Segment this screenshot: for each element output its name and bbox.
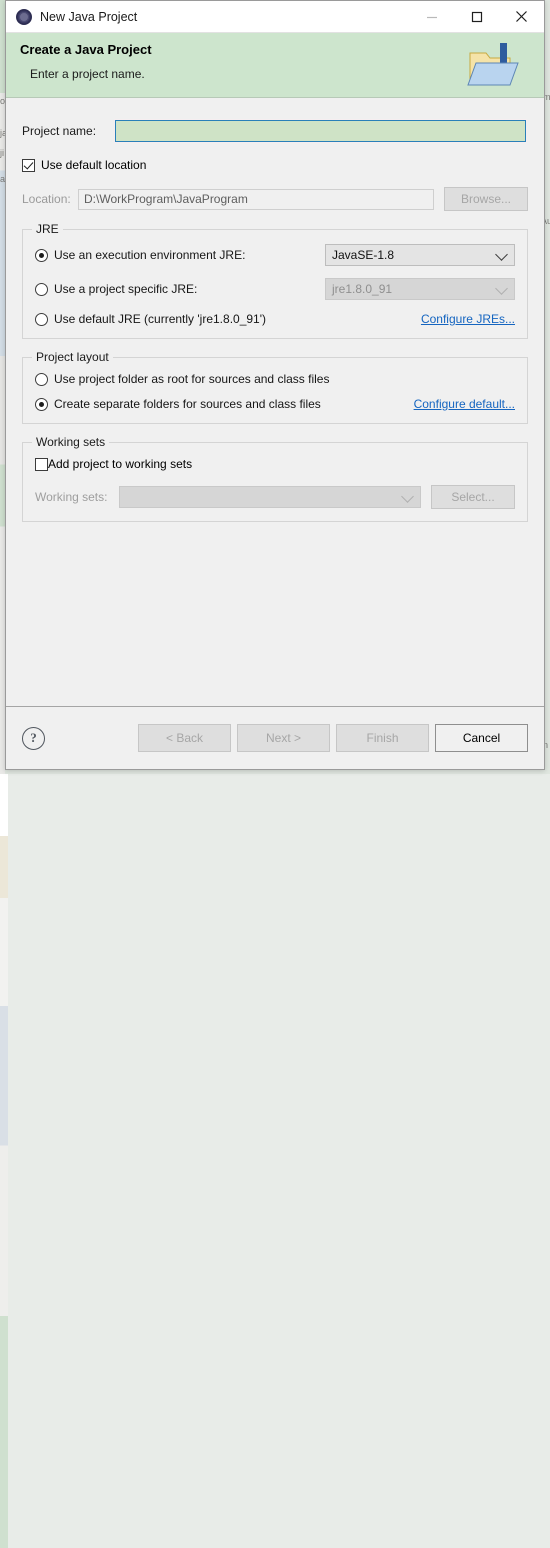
project-name-input[interactable] (114, 119, 527, 143)
dialog-titlebar[interactable]: New Java Project (6, 1, 544, 33)
next-button[interactable]: Next > (237, 724, 330, 752)
jre-execution-environment-combo[interactable]: JavaSE-1.8 (325, 244, 515, 266)
dialog-footer: ? < Back Next > Finish Cancel (6, 707, 544, 769)
configure-default-link[interactable]: Configure default... (414, 397, 515, 411)
jre-option-project-specific: Use a project specific JRE: jre1.8.0_91 (35, 278, 515, 300)
jre-project-specific-combo-value: jre1.8.0_91 (332, 282, 393, 296)
use-default-location-label: Use default location (41, 158, 147, 172)
banner-subtitle: Enter a project name. (30, 67, 145, 81)
configure-jres-link[interactable]: Configure JREs... (421, 312, 515, 326)
jre-execution-environment-radio[interactable] (35, 248, 48, 262)
jre-option-default: Use default JRE (currently 'jre1.8.0_91'… (35, 312, 515, 326)
jre-execution-environment-combo-value: JavaSE-1.8 (332, 248, 395, 262)
help-icon[interactable]: ? (22, 726, 45, 750)
back-button[interactable]: < Back (138, 724, 231, 752)
chevron-down-icon (495, 282, 508, 295)
eclipse-icon (16, 8, 32, 25)
project-layout-group: Project layout Use project folder as roo… (22, 350, 528, 424)
project-layout-root-radio[interactable] (35, 372, 48, 386)
jre-project-specific-combo[interactable]: jre1.8.0_91 (325, 278, 515, 300)
project-name-row: Project name: (22, 119, 528, 143)
use-default-location-checkbox[interactable] (22, 158, 35, 172)
cancel-button[interactable]: Cancel (435, 724, 528, 752)
working-sets-label: Working sets: (35, 490, 108, 504)
banner-title: Create a Java Project (20, 42, 152, 57)
jre-group: JRE Use an execution environment JRE: Ja… (22, 222, 528, 339)
jre-group-legend: JRE (32, 222, 63, 236)
jre-default-label: Use default JRE (currently 'jre1.8.0_91'… (54, 312, 267, 326)
close-button[interactable] (499, 1, 544, 32)
browse-button[interactable]: Browse... (444, 187, 528, 211)
working-sets-combo[interactable] (119, 486, 421, 508)
project-layout-option-root: Use project folder as root for sources a… (35, 372, 515, 386)
finish-button[interactable]: Finish (336, 724, 429, 752)
add-to-working-sets-row[interactable]: Add project to working sets (35, 457, 515, 471)
add-to-working-sets-label: Add project to working sets (48, 457, 193, 471)
select-working-sets-button[interactable]: Select... (431, 485, 515, 509)
working-sets-group: Working sets Add project to working sets… (22, 435, 528, 522)
java-project-folder-icon (467, 43, 519, 86)
backdrop-text-fragment: ji (0, 148, 4, 158)
project-name-label: Project name: (22, 124, 97, 138)
chevron-down-icon (495, 248, 508, 261)
location-input[interactable]: D:\WorkProgram\JavaProgram (78, 188, 434, 210)
location-row: Location: D:\WorkProgram\JavaProgram Bro… (22, 187, 528, 211)
project-layout-option-separate: Create separate folders for sources and … (35, 397, 515, 411)
working-sets-row: Working sets: Select... (35, 485, 515, 509)
dialog-banner: Create a Java Project Enter a project na… (6, 33, 544, 98)
use-default-location-row[interactable]: Use default location (22, 158, 528, 172)
new-java-project-dialog: New Java Project Create a Java Project E… (5, 0, 545, 770)
jre-default-radio[interactable] (35, 312, 48, 326)
location-label: Location: (22, 192, 71, 206)
project-layout-root-label: Use project folder as root for sources a… (54, 372, 330, 386)
jre-project-specific-label: Use a project specific JRE: (54, 282, 198, 296)
project-layout-separate-radio[interactable] (35, 397, 48, 411)
maximize-button[interactable] (454, 1, 499, 32)
chevron-down-icon (401, 490, 414, 503)
dialog-body: Project name: Use default location Locat… (6, 98, 544, 707)
working-sets-group-legend: Working sets (32, 435, 110, 449)
add-to-working-sets-checkbox[interactable] (35, 457, 48, 471)
project-layout-separate-label: Create separate folders for sources and … (54, 397, 321, 411)
jre-project-specific-radio[interactable] (35, 282, 48, 296)
backdrop-right-strip (0, 774, 8, 1548)
minimize-button[interactable] (409, 1, 454, 32)
dialog-title: New Java Project (40, 9, 138, 24)
window-controls (409, 1, 544, 32)
jre-option-execution-environment: Use an execution environment JRE: JavaSE… (35, 244, 515, 266)
project-layout-group-legend: Project layout (32, 350, 113, 364)
jre-execution-environment-label: Use an execution environment JRE: (54, 248, 246, 262)
